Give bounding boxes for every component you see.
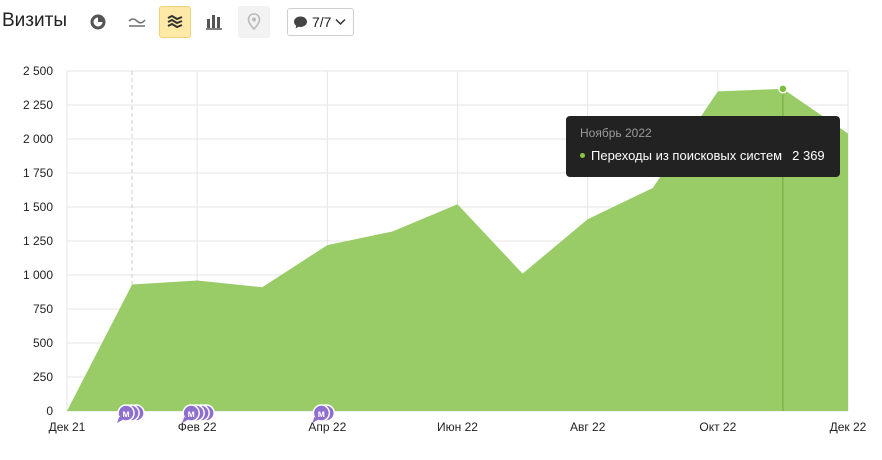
bar-chart-icon xyxy=(206,15,222,30)
chart-title: Визиты xyxy=(2,10,67,31)
y-tick-label: 1 000 xyxy=(23,268,53,282)
x-tick-label: Дек 21 xyxy=(49,420,86,434)
comment-icon xyxy=(294,16,307,28)
x-tick-label: Апр 22 xyxy=(308,420,346,434)
y-tick-label: 2 500 xyxy=(23,64,53,78)
line-chart-icon xyxy=(128,18,146,27)
comments-counter: 7/7 xyxy=(312,14,332,30)
y-tick-label: 1 500 xyxy=(23,200,53,214)
area-chart-button[interactable] xyxy=(159,6,191,38)
y-tick-label: 2 000 xyxy=(23,132,53,146)
y-tick-label: 750 xyxy=(33,302,53,316)
x-tick-label: Июн 22 xyxy=(437,420,478,434)
y-tick-label: 0 xyxy=(46,404,53,418)
tooltip-series-name: Переходы из поисковых систем xyxy=(591,148,783,163)
tooltip-title: Ноябрь 2022 xyxy=(580,126,652,140)
comment-marker-label: м xyxy=(318,409,325,420)
bar-chart-button[interactable] xyxy=(198,6,230,38)
comment-marker-label: м xyxy=(122,409,129,420)
chevron-down-icon xyxy=(335,18,346,26)
area-chart-icon xyxy=(167,14,183,29)
pie-chart-button[interactable] xyxy=(82,6,114,38)
pie-chart-icon xyxy=(90,14,106,30)
area-chart: 0 250 500 750 1 000 1 250 1 500 1 750 2 000 2 250… xyxy=(23,64,867,434)
x-tick-label: Авг 22 xyxy=(570,420,606,434)
chart-tooltip: Ноябрь 2022 Переходы из поисковых систем… xyxy=(566,116,840,177)
comment-marker-label: м xyxy=(187,409,194,420)
y-tick-label: 1 250 xyxy=(23,234,53,248)
y-tick-label: 1 750 xyxy=(23,166,53,180)
y-tick-label: 250 xyxy=(33,370,53,384)
chart-toolbar: Визиты 7/7 xyxy=(0,6,882,38)
series-color-dot xyxy=(580,153,585,158)
y-tick-label: 500 xyxy=(33,336,53,350)
line-chart-button[interactable] xyxy=(121,6,153,38)
tooltip-row: Переходы из поисковых систем 2 369 xyxy=(580,148,826,163)
x-tick-label: Дек 22 xyxy=(830,420,867,434)
x-tick-label: Окт 22 xyxy=(699,420,736,434)
tooltip-value: 2 369 xyxy=(792,148,825,163)
comments-filter-dropdown[interactable]: 7/7 xyxy=(287,8,354,36)
hover-point xyxy=(778,84,788,94)
y-tick-label: 2 250 xyxy=(23,98,53,112)
map-chart-button[interactable] xyxy=(238,6,270,38)
map-pin-icon xyxy=(247,13,261,31)
